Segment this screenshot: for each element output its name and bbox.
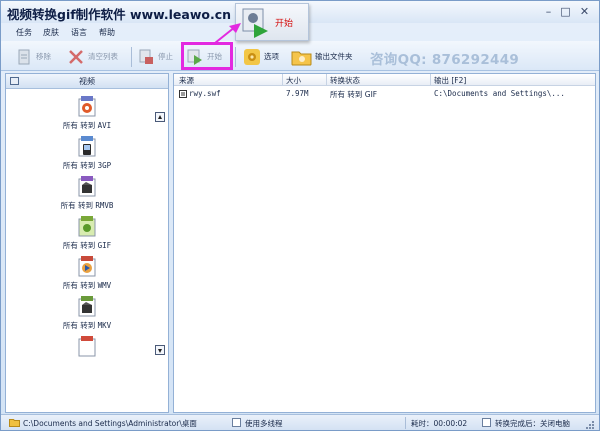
stop-label: 停止	[158, 52, 173, 61]
col-status[interactable]: 转换状态	[330, 75, 360, 86]
remove-button[interactable]: 移除	[15, 44, 51, 69]
remove-label: 移除	[36, 52, 51, 61]
start-icon	[242, 8, 268, 38]
maximize-icon[interactable]: □	[558, 5, 573, 19]
column-divider[interactable]	[282, 74, 283, 86]
close-icon[interactable]: ✕	[577, 5, 592, 19]
column-divider[interactable]	[430, 74, 431, 86]
scroll-up-button[interactable]	[155, 112, 165, 122]
menu-help[interactable]: 帮助	[99, 27, 115, 38]
qq-contact-banner: 咨询QQ: 876292449	[370, 52, 520, 68]
mp4-format-icon	[78, 336, 96, 357]
after-conversion-label: 转换完成后：关闭电脑	[495, 419, 570, 428]
scroll-down-button[interactable]	[155, 345, 165, 355]
pointer-arrow-icon	[214, 23, 241, 44]
format-panel-header: 视频	[6, 74, 168, 89]
file-table: 来源 大小 转换状态 输出 [F2] rwy.swf 7.97M 所有 转到 G…	[173, 73, 596, 413]
format-item-mkv[interactable]: 所有 转到 MKV	[6, 296, 168, 336]
mkv-format-icon	[78, 296, 96, 317]
stop-icon	[139, 49, 153, 64]
rmvb-format-icon	[78, 176, 96, 197]
start-callout-label: 开始	[275, 19, 294, 29]
format-label: 所有 转到 AVI	[62, 121, 112, 130]
avi-format-icon	[78, 96, 96, 117]
minimize-icon[interactable]: –	[541, 5, 556, 19]
format-item-mp4[interactable]	[6, 336, 168, 376]
stop-button[interactable]: 停止	[137, 44, 173, 69]
clear-label: 清空列表	[88, 52, 118, 61]
format-item-gif[interactable]: 所有 转到 GIF	[6, 216, 168, 256]
format-label: 所有 转到 3GP	[62, 161, 112, 170]
options-label: 选项	[264, 52, 279, 61]
format-panel-title: 视频	[79, 77, 95, 86]
status-divider	[405, 417, 406, 429]
start-button-highlight	[181, 42, 233, 70]
toolbar-separator	[235, 47, 236, 67]
toolbar-separator	[131, 47, 132, 67]
format-label: 所有 转到 MKV	[62, 321, 112, 330]
format-label: 所有 转到 WMV	[62, 281, 112, 290]
gif-format-icon	[78, 216, 96, 237]
format-label: 所有 转到 GIF	[62, 241, 112, 250]
col-output[interactable]: 输出 [F2]	[434, 75, 466, 86]
window-title: 视频转换gif制作软件 www.leawo.cn	[7, 7, 232, 22]
elapsed-time: 耗时：00:00:02	[411, 419, 468, 428]
table-header: 来源 大小 转换状态 输出 [F2]	[174, 74, 595, 86]
output-label: 输出文件夹	[315, 52, 353, 61]
col-source[interactable]: 来源	[179, 75, 194, 86]
format-item-3gp[interactable]: 所有 转到 3GP	[6, 136, 168, 176]
cell-size: 7.97M	[286, 89, 309, 98]
menu-language[interactable]: 语言	[71, 27, 87, 38]
cell-status: 所有 转到 GIF	[330, 90, 378, 99]
output-path: C:\Documents and Settings\Administrator\…	[23, 419, 197, 428]
start-callout[interactable]: 开始	[235, 3, 309, 41]
gear-icon	[244, 48, 260, 65]
column-divider[interactable]	[326, 74, 327, 86]
folder-icon[interactable]	[9, 418, 20, 427]
app-window: 视频转换gif制作软件 www.leawo.cn – □ ✕ 任务 皮肤 语言 …	[0, 0, 600, 431]
output-folder-button[interactable]: 输出文件夹	[291, 44, 353, 69]
format-label: 所有 转到 RMVB	[60, 201, 114, 210]
shutdown-checkbox[interactable]	[482, 418, 491, 427]
clear-list-button[interactable]: 清空列表	[67, 44, 118, 69]
col-size[interactable]: 大小	[286, 75, 301, 86]
options-button[interactable]: 选项	[243, 44, 279, 69]
format-list: 所有 转到 AVI 所有 转到 3GP 所有 转到 RMVB 所有 转到 GIF…	[6, 90, 168, 412]
table-row[interactable]: rwy.swf 7.97M 所有 转到 GIF C:\Documents and…	[174, 88, 595, 100]
menu-skin[interactable]: 皮肤	[43, 27, 59, 38]
clear-icon	[69, 49, 83, 64]
multithread-checkbox[interactable]	[232, 418, 241, 427]
remove-icon	[18, 49, 30, 64]
format-item-wmv[interactable]: 所有 转到 WMV	[6, 256, 168, 296]
menu-task[interactable]: 任务	[16, 27, 32, 38]
wmv-format-icon	[78, 256, 96, 277]
file-icon	[179, 90, 187, 98]
format-panel: 视频 所有 转到 AVI 所有 转到 3GP 所有 转到 RMVB 所有 转到 …	[5, 73, 169, 413]
cell-output: C:\Documents and Settings\...	[434, 89, 565, 98]
cell-source: rwy.swf	[189, 89, 221, 98]
format-item-avi[interactable]: 所有 转到 AVI	[6, 96, 168, 136]
resize-grip-icon[interactable]	[585, 420, 595, 430]
status-bar: C:\Documents and Settings\Administrator\…	[1, 414, 599, 430]
format-item-rmvb[interactable]: 所有 转到 RMVB	[6, 176, 168, 216]
multithread-label: 使用多线程	[245, 419, 283, 428]
folder-icon	[291, 51, 312, 65]
3gp-format-icon	[78, 136, 96, 157]
